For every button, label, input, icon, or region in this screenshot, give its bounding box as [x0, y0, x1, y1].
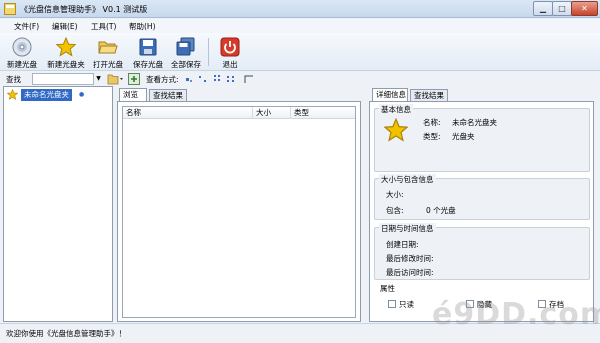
menu-file[interactable]: 文件(F)	[14, 21, 39, 32]
basic-info-title: 基本信息	[379, 104, 413, 115]
type-value: 光盘夹	[452, 132, 475, 141]
close-button[interactable]: ✕	[571, 1, 598, 16]
attributes-title: 属性	[378, 283, 397, 294]
save-all-label: 全部保存	[171, 60, 201, 69]
view-mode-label: 查看方式:	[146, 75, 179, 84]
thumbnail-view-icon[interactable]	[244, 74, 254, 84]
open-disc-label: 打开光盘	[93, 60, 123, 69]
file-list[interactable]: 名称 大小 类型	[122, 106, 356, 318]
open-disc-button[interactable]: 打开光盘	[90, 35, 126, 69]
search-row: 查找 ▼ 查看方式:	[0, 72, 600, 86]
menu-bar: 文件(F) 编辑(E) 工具(T) 帮助(H)	[0, 19, 600, 33]
column-header-type[interactable]: 类型	[291, 107, 331, 119]
column-header-name[interactable]: 名称	[123, 107, 253, 119]
browse-panel: 名称 大小 类型	[117, 101, 361, 322]
contains-label: 包含:	[386, 206, 404, 215]
close-icon: ✕	[581, 4, 588, 13]
watermark: é9DD.com	[432, 297, 600, 332]
list-view-icon[interactable]	[212, 74, 222, 84]
new-folder-button[interactable]: 新建光盘夹	[47, 35, 85, 69]
exit-label: 退出	[222, 60, 238, 69]
app-icon	[4, 3, 16, 15]
save-all-icon	[176, 37, 195, 56]
chevron-down-icon[interactable]: ▼	[94, 73, 103, 85]
star-icon	[7, 89, 18, 100]
save-all-button[interactable]: 全部保存	[168, 35, 204, 69]
readonly-checkbox[interactable]	[388, 300, 396, 308]
readonly-label: 只读	[399, 300, 414, 309]
power-icon	[220, 37, 240, 57]
search-label: 查找	[6, 75, 21, 84]
large-icons-view-icon[interactable]	[184, 74, 194, 84]
name-label: 名称:	[423, 118, 441, 127]
status-text: 欢迎你使用《光盘信息管理助手》！	[6, 329, 126, 338]
add-icon[interactable]	[128, 73, 140, 85]
title-bar: 《光盘信息管理助手》 V0.1 测试版 ▁ □ ✕	[0, 0, 600, 18]
toolbar: 新建光盘 新建光盘夹 打开光盘 保存光盘 全部保存 退出	[0, 33, 600, 71]
type-label: 类型:	[423, 132, 441, 141]
minimize-icon: ▁	[539, 4, 547, 13]
menu-edit[interactable]: 编辑(E)	[52, 21, 78, 32]
new-disc-button[interactable]: 新建光盘	[4, 35, 40, 69]
menu-help[interactable]: 帮助(H)	[129, 21, 156, 32]
size-label: 大小:	[386, 190, 404, 199]
size-info-group: 大小与包含信息	[374, 174, 590, 220]
new-folder-label: 新建光盘夹	[47, 60, 85, 69]
modified-time-label: 最后修改时间:	[386, 254, 434, 263]
minimize-button[interactable]: ▁	[533, 1, 553, 16]
small-icons-view-icon[interactable]	[198, 74, 208, 84]
exit-button[interactable]: 退出	[212, 35, 248, 69]
date-info-title: 日期与时间信息	[379, 223, 436, 234]
disc-icon	[12, 37, 32, 57]
dot-icon: ●	[79, 91, 85, 98]
maximize-button[interactable]: □	[552, 1, 572, 16]
size-info-title: 大小与包含信息	[379, 174, 436, 185]
created-date-label: 创建日期:	[386, 240, 419, 249]
search-input[interactable]	[32, 73, 94, 85]
save-icon	[139, 38, 157, 56]
open-folder-icon	[98, 41, 118, 54]
toolbar-separator	[208, 38, 209, 66]
list-header: 名称 大小 类型	[123, 107, 355, 119]
tree-item-label[interactable]: 未命名光盘夹	[21, 89, 72, 101]
accessed-time-label: 最后访问时间:	[386, 268, 434, 277]
name-value: 未命名光盘夹	[452, 118, 497, 127]
contains-value: 0 个光盘	[426, 206, 456, 215]
tab-right-search-results[interactable]: 查找结果	[410, 89, 448, 101]
window-title: 《光盘信息管理助手》 V0.1 测试版	[20, 5, 148, 14]
folder-tree[interactable]: 未命名光盘夹 ●	[3, 86, 113, 322]
save-disc-button[interactable]: 保存光盘	[130, 35, 166, 69]
star-icon	[56, 37, 76, 57]
star-icon	[384, 118, 408, 142]
details-view-icon[interactable]	[226, 74, 236, 84]
new-disc-label: 新建光盘	[7, 60, 37, 69]
maximize-icon: □	[558, 4, 566, 13]
column-header-size[interactable]: 大小	[253, 107, 291, 119]
tab-details[interactable]: 详细信息	[372, 88, 408, 101]
tab-search-results[interactable]: 查找结果	[149, 89, 187, 101]
menu-tools[interactable]: 工具(T)	[91, 21, 116, 32]
tab-browse[interactable]: 浏览	[119, 88, 147, 101]
folder-dropdown-icon[interactable]	[107, 73, 125, 85]
